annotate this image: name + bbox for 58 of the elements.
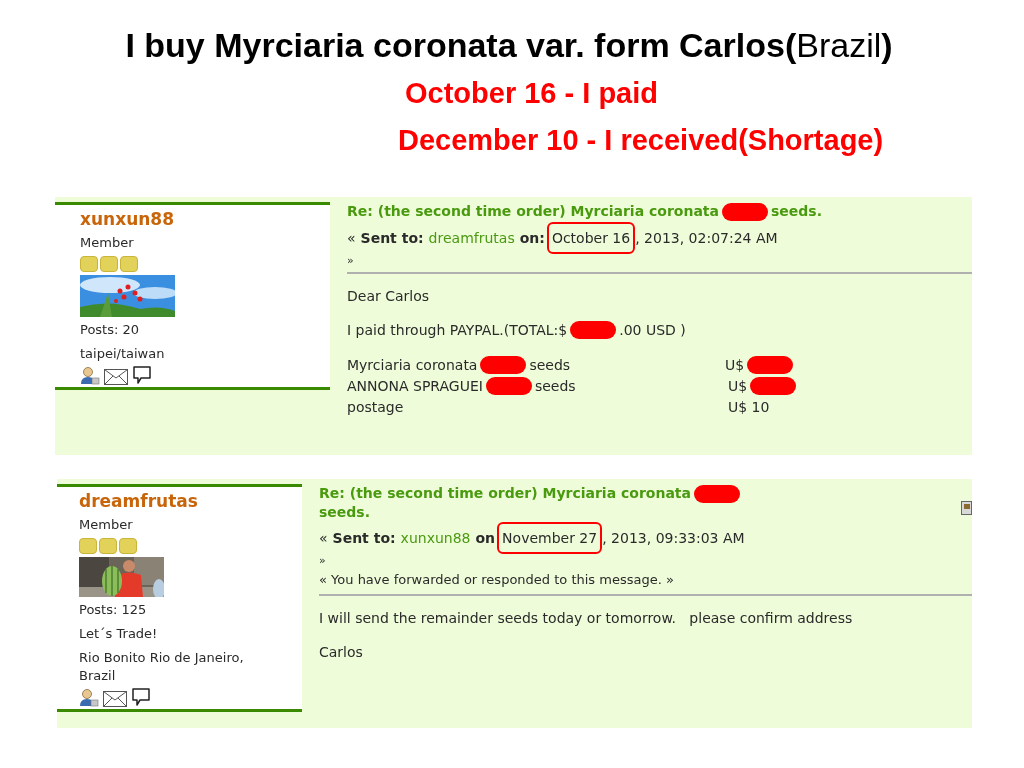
author-name[interactable]: dreamfrutas bbox=[79, 490, 302, 512]
item-name: ANNONA SPRAGUEI bbox=[347, 376, 483, 396]
post-count: Posts: 20 bbox=[80, 320, 141, 339]
speech-bubble-icon[interactable] bbox=[132, 365, 152, 385]
author-rank: Member bbox=[79, 516, 134, 534]
redaction-mark bbox=[694, 485, 740, 503]
message-time: , 2013, 02:07:24 AM bbox=[635, 229, 778, 248]
message-subject: Re: (the second time order) Myrciaria coronata bbox=[319, 485, 691, 501]
item-price: U$ bbox=[725, 355, 745, 375]
redaction-mark bbox=[722, 203, 768, 221]
recipient-link[interactable]: xunxun88 bbox=[400, 528, 471, 548]
quote-mark: « bbox=[347, 229, 356, 248]
item-price: U$ bbox=[728, 376, 748, 396]
author-info: Rio Bonito Rio de Janeiro, Brazil bbox=[79, 649, 245, 685]
author-name[interactable]: xunxun88 bbox=[80, 208, 330, 230]
recipient-link[interactable]: dreamfrutas bbox=[428, 228, 515, 248]
item-name: postage bbox=[347, 397, 404, 417]
message-text: I paid through PAYPAL.(TOTAL:$ bbox=[347, 321, 568, 340]
author-info: taipei/taiwan bbox=[80, 345, 166, 363]
corner-icon[interactable] bbox=[961, 501, 972, 515]
sent-to-label: Sent to: bbox=[360, 229, 424, 248]
redaction-mark bbox=[480, 355, 527, 374]
author-info: Let´s Trade! bbox=[79, 625, 159, 643]
message-text: .00 USD ) bbox=[619, 321, 686, 340]
message-date: November 27 bbox=[497, 522, 603, 554]
on-label: on bbox=[475, 529, 496, 548]
slide-title: I buy Myrciaria coronata var. form Carlos(Brazil) bbox=[125, 25, 893, 65]
envelope-icon[interactable] bbox=[103, 691, 127, 707]
message-time: , 2013, 09:33:03 AM bbox=[602, 529, 745, 548]
forward-notice: « You have forwarded or responded to this message. » bbox=[319, 571, 674, 589]
item-name: Myrciaria coronata bbox=[347, 355, 478, 375]
author-rank: Member bbox=[80, 234, 135, 252]
redaction-mark bbox=[750, 376, 797, 395]
item-name: seeds bbox=[529, 355, 571, 375]
speech-bubble-icon[interactable] bbox=[131, 687, 151, 707]
profile-icon[interactable] bbox=[79, 689, 99, 707]
sent-to-label: Sent to: bbox=[332, 529, 396, 548]
envelope-icon[interactable] bbox=[104, 369, 128, 385]
message-text: I will send the remainder seeds today or tomorrow. please confirm address bbox=[319, 609, 853, 628]
item-price: U$ 10 bbox=[728, 397, 770, 417]
redaction-mark bbox=[485, 376, 532, 395]
redaction-mark bbox=[747, 355, 794, 374]
message-text: Carlos bbox=[319, 643, 363, 662]
message-subject: seeds. bbox=[319, 504, 370, 520]
post-count: Posts: 125 bbox=[79, 600, 148, 619]
quote-mark: » bbox=[347, 254, 354, 268]
item-name: seeds bbox=[534, 376, 576, 396]
message-text: Dear Carlos bbox=[347, 287, 430, 306]
timeline-note: October 16 - I paid bbox=[405, 76, 658, 111]
quote-mark: « bbox=[319, 529, 328, 548]
on-label: on: bbox=[519, 229, 545, 248]
timeline-note: December 10 - I received(Shortage) bbox=[398, 123, 884, 158]
message-date: October 16 bbox=[546, 222, 636, 254]
quote-mark: » bbox=[319, 554, 326, 568]
redaction-mark bbox=[570, 321, 617, 339]
message-subject: Re: (the second time order) Myrciaria coronata bbox=[347, 203, 719, 219]
profile-icon[interactable] bbox=[80, 367, 100, 385]
message-subject: seeds. bbox=[771, 203, 822, 219]
